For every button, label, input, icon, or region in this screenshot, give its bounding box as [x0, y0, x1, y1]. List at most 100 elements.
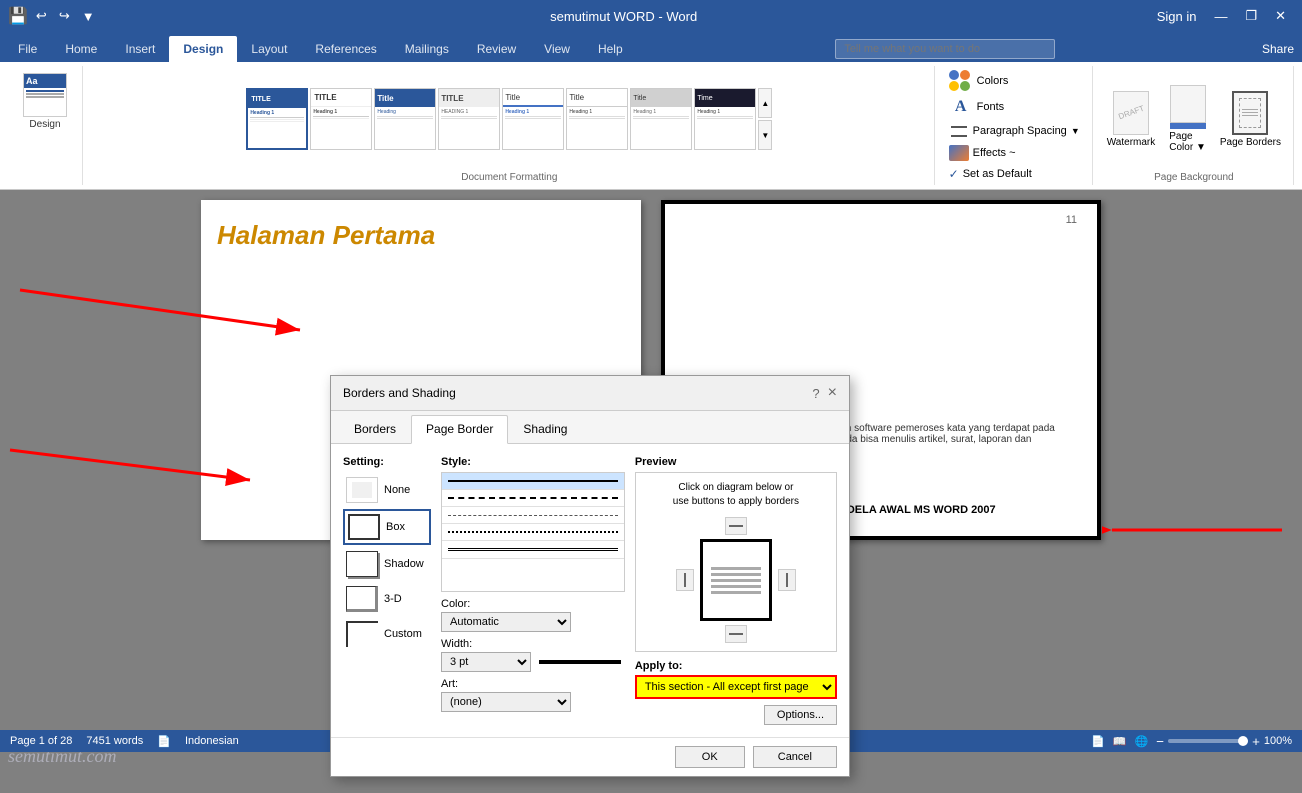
tab-home[interactable]: Home — [51, 36, 111, 62]
style-list[interactable] — [441, 472, 625, 592]
art-select[interactable]: (none) — [441, 692, 571, 712]
tab-page-border[interactable]: Page Border — [411, 415, 508, 444]
preview-top-btn[interactable] — [725, 517, 747, 535]
theme-item-7[interactable]: Title Heading 1 — [630, 88, 692, 150]
preview-left-btn[interactable] — [676, 569, 694, 591]
setting-box-icon — [348, 514, 380, 540]
apply-to-row: Apply to: Whole document This section Th… — [635, 660, 837, 699]
preview-right-btn[interactable] — [778, 569, 796, 591]
zoom-slider[interactable] — [1168, 739, 1248, 743]
close-button[interactable]: ✕ — [1267, 4, 1294, 28]
art-label: Art: — [441, 678, 625, 690]
dialog-tab-row: Borders Page Border Shading — [331, 411, 849, 444]
tab-review[interactable]: Review — [463, 36, 530, 62]
redo-button[interactable]: ↪ — [55, 6, 74, 26]
page-background-label: Page Background — [1154, 172, 1234, 183]
status-right: 📄 📖 🌐 − + 100% — [1091, 734, 1292, 749]
gallery-scroll-up[interactable]: ▲ — [758, 88, 772, 118]
effects-button[interactable]: Effects ~ — [945, 143, 1020, 163]
preview-column: Preview Click on diagram below oruse but… — [635, 456, 837, 725]
setting-box[interactable]: Box — [343, 509, 431, 545]
view-btn-print[interactable]: 📄 — [1091, 735, 1105, 748]
word-icon: 💾 — [8, 6, 28, 26]
color-row: Color: Automatic — [441, 598, 625, 632]
effects-label: Effects ~ — [973, 147, 1016, 159]
page-color-button[interactable]: PageColor ▼ — [1165, 83, 1210, 155]
preview-label: Preview — [635, 456, 837, 468]
tab-layout[interactable]: Layout — [237, 36, 301, 62]
themes-label: Design — [29, 119, 60, 130]
style-double[interactable] — [442, 541, 624, 559]
tab-help[interactable]: Help — [584, 36, 637, 62]
theme-item-4[interactable]: TITLE HEADING 1 — [438, 88, 500, 150]
view-btn-web[interactable]: 🌐 — [1135, 735, 1149, 748]
color-select[interactable]: Automatic — [441, 612, 571, 632]
search-input[interactable] — [835, 39, 1055, 59]
share-button[interactable]: Share — [1254, 36, 1302, 62]
tab-borders[interactable]: Borders — [339, 415, 411, 443]
setting-3d-label: 3-D — [384, 593, 402, 605]
zoom-in-button[interactable]: + — [1252, 734, 1260, 749]
view-btn-read[interactable]: 📖 — [1113, 735, 1127, 748]
ribbon: File Home Insert Design Layout Reference… — [0, 32, 1302, 190]
fonts-button[interactable]: A Fonts — [945, 95, 1009, 119]
setting-none-icon — [346, 477, 378, 503]
gallery-scroll-down[interactable]: ▼ — [758, 120, 772, 150]
zoom-thumb — [1238, 736, 1248, 746]
tab-design[interactable]: Design — [169, 36, 237, 62]
theme-item-1[interactable]: TITLE Heading 1 — [246, 88, 308, 150]
sign-in-button[interactable]: Sign in — [1149, 5, 1205, 28]
page-borders-button[interactable]: Page Borders — [1216, 89, 1285, 150]
status-left: Page 1 of 28 7451 words 📄 Indonesian — [10, 735, 239, 748]
zoom-out-button[interactable]: − — [1156, 734, 1164, 749]
ribbon-group-themes: Aa Design — [8, 66, 83, 185]
width-select[interactable]: 3 pt — [441, 652, 531, 672]
style-dash-dot[interactable] — [442, 524, 624, 541]
cancel-button[interactable]: Cancel — [753, 746, 837, 768]
tab-view[interactable]: View — [530, 36, 584, 62]
preview-bottom-btn[interactable] — [725, 625, 747, 643]
theme-item-3[interactable]: Title Heading — [374, 88, 436, 150]
paragraph-spacing-button[interactable]: Paragraph Spacing ▼ — [945, 121, 1084, 141]
options-button[interactable]: Options... — [764, 705, 837, 725]
tab-insert[interactable]: Insert — [111, 36, 169, 62]
setting-none[interactable]: None — [343, 474, 431, 506]
customize-quick-access[interactable]: ▼ — [78, 7, 99, 26]
preview-hint: Click on diagram below oruse buttons to … — [644, 481, 828, 509]
setting-shadow[interactable]: Shadow — [343, 548, 431, 580]
apply-to-select[interactable]: Whole document This section This section… — [637, 677, 835, 697]
tab-file[interactable]: File — [4, 36, 51, 62]
theme-item-5[interactable]: Title Heading 1 — [502, 88, 564, 150]
preview-area: Click on diagram below oruse buttons to … — [635, 472, 837, 652]
theme-item-8[interactable]: Time Heading 1 — [694, 88, 756, 150]
style-dashed1[interactable] — [442, 490, 624, 507]
ok-button[interactable]: OK — [675, 746, 745, 768]
watermark-button[interactable]: DRAFT Watermark — [1103, 89, 1160, 150]
setting-custom[interactable]: Custom — [343, 618, 431, 650]
colors-button[interactable]: Colors — [945, 68, 1013, 93]
tab-references[interactable]: References — [301, 36, 390, 62]
setting-shadow-icon — [346, 551, 378, 577]
tab-mailings[interactable]: Mailings — [391, 36, 463, 62]
colors-label: Colors — [977, 75, 1009, 87]
theme-item-6[interactable]: Title Heading 1 — [566, 88, 628, 150]
style-solid[interactable] — [442, 473, 624, 490]
set-default-button[interactable]: ✓ Set as Default — [945, 165, 1036, 183]
halaman-pertama-text: Halaman Pertama — [217, 220, 435, 251]
style-dashed2[interactable] — [442, 507, 624, 524]
dialog-titlebar: Borders and Shading ? × — [331, 376, 849, 411]
dialog-help-button[interactable]: ? — [812, 386, 819, 401]
zoom-level: 100% — [1264, 735, 1292, 747]
tab-shading[interactable]: Shading — [508, 415, 582, 443]
title-bar-controls: Sign in — ❐ ✕ — [1149, 4, 1294, 28]
dialog-close-button[interactable]: × — [828, 384, 837, 402]
setting-column: Setting: None Box — [343, 456, 431, 725]
theme-item-2[interactable]: TITLE Heading 1 — [310, 88, 372, 150]
language-icon: 📄 — [157, 735, 171, 748]
set-default-label: Set as Default — [963, 168, 1032, 180]
undo-button[interactable]: ↩ — [32, 6, 51, 26]
minimize-button[interactable]: — — [1206, 5, 1235, 28]
themes-button[interactable]: Aa Design — [16, 68, 74, 135]
setting-3d[interactable]: 3-D — [343, 583, 431, 615]
restore-button[interactable]: ❐ — [1237, 4, 1265, 28]
